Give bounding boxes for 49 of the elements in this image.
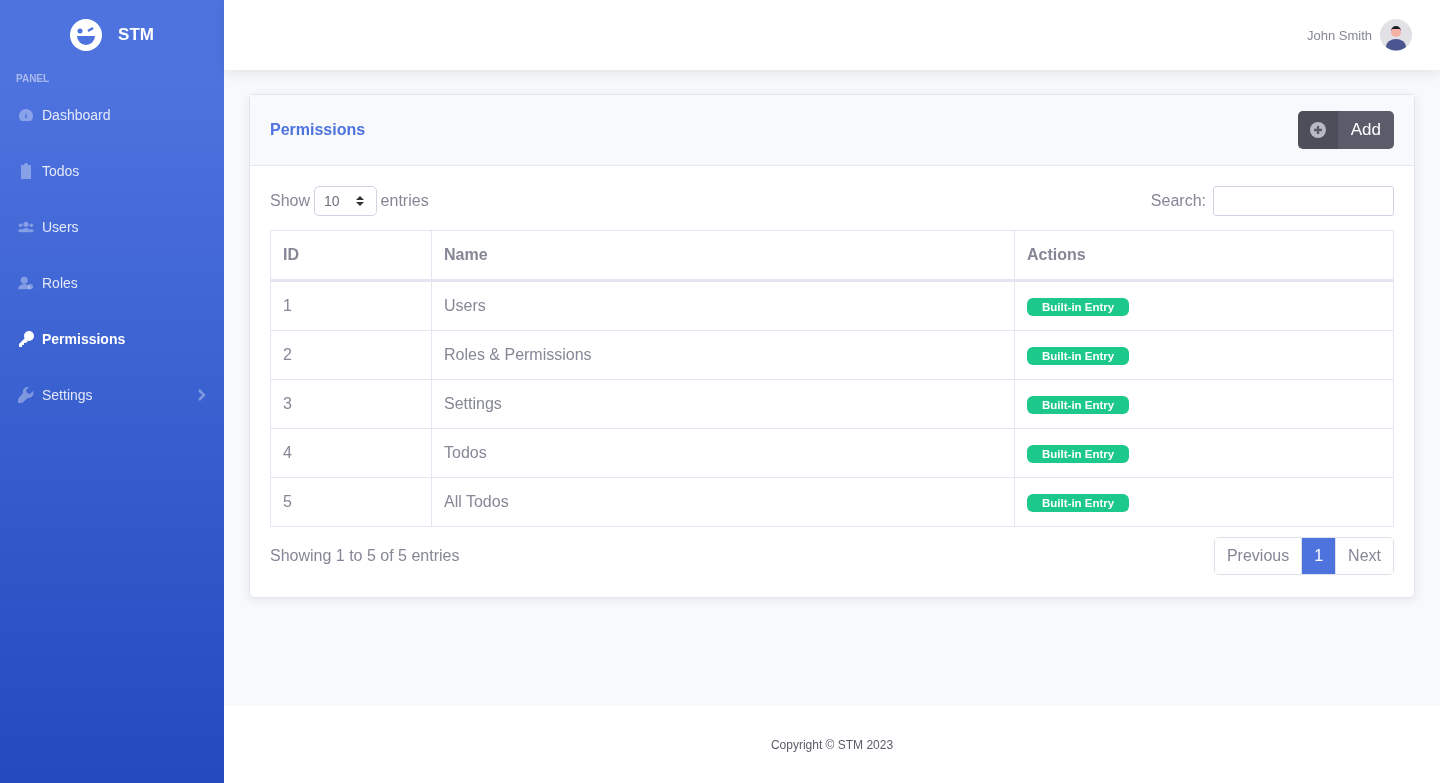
table-cell: 2: [270, 330, 432, 380]
show-label: Show: [270, 192, 311, 210]
status-badge: Built-in Entry: [1027, 493, 1130, 512]
wrench-icon: [18, 387, 34, 403]
avatar-icon: [1380, 19, 1412, 51]
card-title: Permissions: [270, 121, 366, 139]
user-icon: [18, 276, 34, 290]
gauge-icon: [18, 108, 34, 122]
search-label: Search:: [1150, 192, 1206, 210]
sidebar-item[interactable]: Todos: [0, 143, 224, 199]
copyright-text: Copyright © STM 2023: [770, 737, 894, 752]
table-cell: 5: [270, 477, 432, 527]
sidebar-item[interactable]: Permissions: [0, 311, 224, 367]
table-cell: 1: [270, 280, 432, 331]
table-info: Showing 1 to 5 of 5 entries: [270, 547, 460, 565]
section-heading: PANEL: [15, 72, 51, 86]
entries-label: entries: [380, 192, 429, 210]
table-cell: All Todos: [431, 477, 1015, 527]
sidebar-item[interactable]: Settings: [0, 367, 224, 423]
sort-arrows-icon: [355, 196, 364, 206]
clipboard-icon: [20, 163, 32, 179]
logo-icon: [70, 19, 103, 51]
status-badge: Built-in Entry: [1027, 395, 1130, 414]
status-badge: Built-in Entry: [1027, 297, 1130, 316]
sidebar-item[interactable]: Dashboard: [0, 87, 224, 143]
sidebar-item[interactable]: Users: [0, 199, 224, 255]
key-icon: [18, 331, 34, 347]
column-header[interactable]: ID: [270, 230, 432, 281]
chevron-right-icon: [198, 389, 206, 401]
brand-name[interactable]: STM: [118, 25, 154, 45]
pagination-button[interactable]: 1: [1301, 538, 1336, 574]
table-cell: Todos: [431, 428, 1015, 478]
sidebar-item[interactable]: Roles: [0, 255, 224, 311]
status-badge: Built-in Entry: [1027, 346, 1130, 365]
table-cell: Settings: [431, 379, 1015, 429]
users-icon: [18, 221, 34, 233]
user-name[interactable]: John Smith: [1306, 27, 1372, 43]
pagination-button[interactable]: Next: [1335, 538, 1393, 574]
table-cell: Users: [431, 280, 1015, 331]
column-header[interactable]: Name: [431, 230, 1015, 281]
search-field[interactable]: [1213, 186, 1394, 216]
table-cell: 4: [270, 428, 432, 478]
entries-select[interactable]: 10: [314, 186, 377, 216]
table-cell: Roles & Permissions: [431, 330, 1015, 380]
table-cell: 3: [270, 379, 432, 429]
status-badge: Built-in Entry: [1027, 444, 1130, 463]
add-button[interactable]: Add: [1297, 111, 1394, 149]
column-header[interactable]: Actions: [1014, 230, 1394, 281]
plus-circle-icon: [1309, 122, 1326, 138]
